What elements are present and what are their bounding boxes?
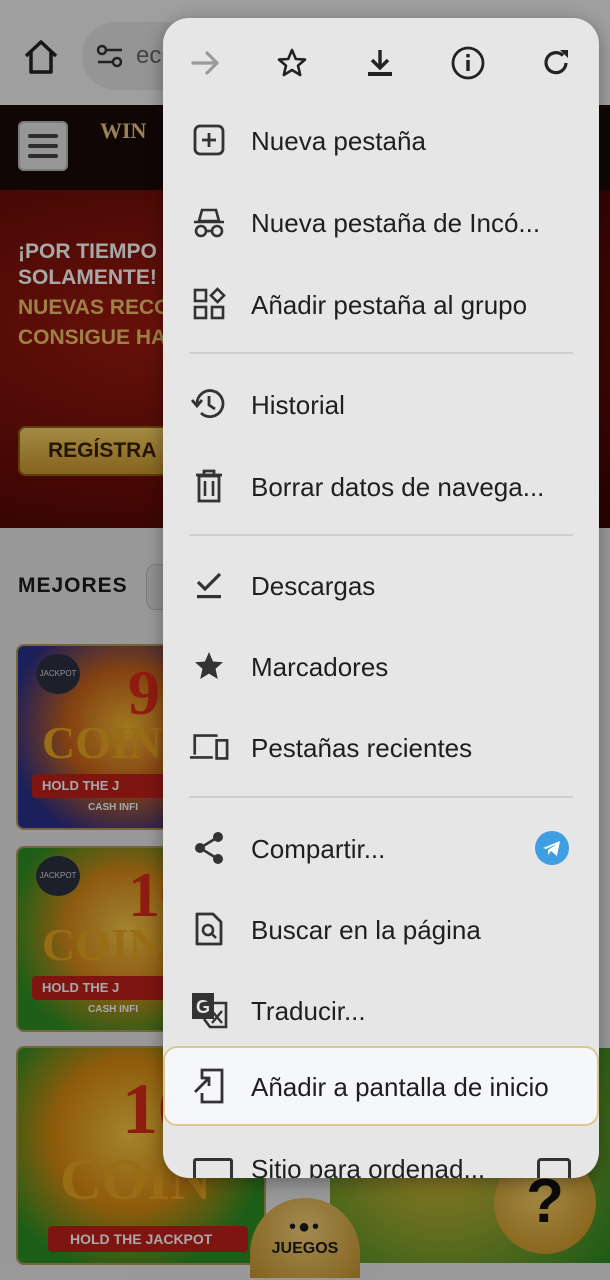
menu-item-clear-data[interactable]: Borrar datos de navega... xyxy=(163,446,599,526)
forward-arrow-icon xyxy=(191,51,219,75)
translate-icon: G xyxy=(192,993,228,1029)
refresh-icon xyxy=(544,50,568,75)
bookmark-star-icon xyxy=(195,652,223,679)
desktop-site-checkbox[interactable] xyxy=(537,1158,571,1178)
menu-item-label: Compartir... xyxy=(251,834,386,864)
menu-item-history[interactable]: Historial xyxy=(163,364,599,444)
reload-button[interactable] xyxy=(531,38,581,88)
star-icon xyxy=(277,48,307,77)
menu-item-label: Historial xyxy=(251,390,345,420)
menu-item-bookmarks[interactable]: Marcadores xyxy=(163,626,599,706)
menu-item-add-to-home-screen[interactable]: Añadir a pantalla de inicio xyxy=(163,1046,599,1126)
svg-text:G: G xyxy=(196,997,210,1017)
devices-icon xyxy=(189,734,229,760)
trash-icon xyxy=(196,469,222,503)
menu-item-label: Nueva pestaña xyxy=(251,126,426,156)
menu-item-downloads[interactable]: Descargas xyxy=(163,545,599,625)
forward-button[interactable] xyxy=(181,38,231,88)
add-to-home-icon xyxy=(194,1068,224,1104)
find-in-page-icon xyxy=(195,912,223,946)
desktop-icon xyxy=(193,1158,233,1178)
menu-item-add-to-group[interactable]: Añadir pestaña al grupo xyxy=(163,264,599,344)
menu-item-label: Añadir pestaña al grupo xyxy=(251,290,528,320)
download-button[interactable] xyxy=(355,38,405,88)
page-info-button[interactable] xyxy=(443,38,493,88)
menu-item-desktop-site[interactable]: Sitio para ordenad... xyxy=(163,1138,599,1178)
menu-divider xyxy=(189,534,573,536)
menu-item-label: Sitio para ordenad... xyxy=(251,1154,486,1178)
menu-item-recent-tabs[interactable]: Pestañas recientes xyxy=(163,707,599,787)
menu-item-incognito-tab[interactable]: Nueva pestaña de Incó... xyxy=(163,182,599,262)
downloads-icon xyxy=(196,572,222,599)
telegram-icon xyxy=(543,841,560,856)
browser-overflow-menu: Nueva pestaña Nueva pestaña de Incó... A… xyxy=(163,18,599,1178)
share-icon xyxy=(195,832,223,864)
menu-item-label: Descargas xyxy=(251,571,376,601)
menu-item-label: Traducir... xyxy=(251,996,366,1026)
menu-item-label: Añadir a pantalla de inicio xyxy=(251,1072,549,1102)
tab-group-icon xyxy=(193,287,226,320)
info-icon xyxy=(451,46,485,80)
new-tab-icon xyxy=(193,124,225,156)
telegram-share-shortcut[interactable] xyxy=(535,831,569,865)
menu-item-new-tab[interactable]: Nueva pestaña xyxy=(163,100,599,180)
menu-item-label: Borrar datos de navega... xyxy=(251,472,545,502)
menu-item-label: Nueva pestaña de Incó... xyxy=(251,208,541,238)
menu-top-row xyxy=(163,18,599,108)
menu-divider xyxy=(189,796,573,798)
bookmark-button[interactable] xyxy=(267,38,317,88)
menu-divider xyxy=(189,352,573,354)
incognito-icon xyxy=(194,208,224,238)
menu-item-label: Buscar en la página xyxy=(251,915,481,945)
menu-item-share[interactable]: Compartir... xyxy=(163,808,599,888)
menu-item-find-in-page[interactable]: Buscar en la página xyxy=(163,889,599,969)
download-icon xyxy=(368,50,392,76)
menu-item-translate[interactable]: G Traducir... xyxy=(163,970,599,1050)
menu-item-label: Marcadores xyxy=(251,652,389,682)
menu-item-label: Pestañas recientes xyxy=(251,733,473,763)
history-icon xyxy=(191,389,225,418)
